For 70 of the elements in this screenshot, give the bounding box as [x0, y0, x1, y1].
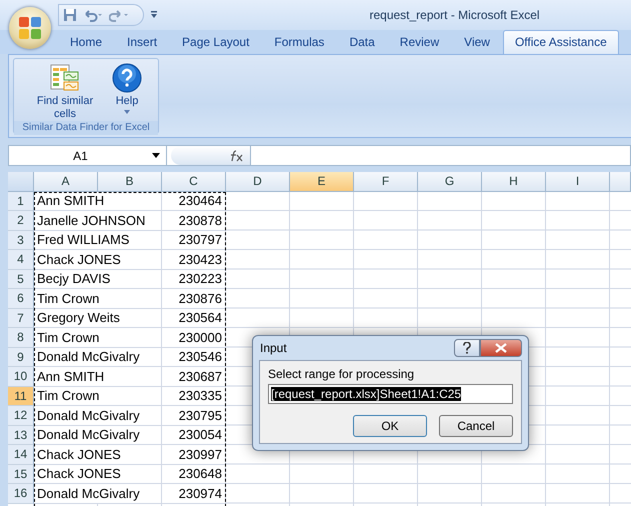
table-cell: Donald McGivalry: [34, 348, 162, 367]
column-header[interactable]: F: [354, 172, 418, 192]
column-header[interactable]: E: [290, 172, 354, 192]
row-header[interactable]: 13: [8, 426, 34, 445]
row-header[interactable]: 5: [8, 270, 34, 289]
row-header[interactable]: 4: [8, 250, 34, 270]
row-header[interactable]: 3: [8, 230, 34, 250]
help-button[interactable]: [454, 339, 480, 357]
column-header[interactable]: A: [34, 172, 98, 192]
column-header[interactable]: D: [226, 172, 290, 192]
table-cell: Tim Crown: [34, 328, 162, 348]
row-header[interactable]: 12: [8, 406, 34, 426]
group-label: Similar Data Finder for Excel: [14, 121, 158, 135]
cancel-button[interactable]: Cancel: [439, 415, 513, 437]
save-icon[interactable]: [63, 8, 77, 22]
row-header[interactable]: 14: [8, 445, 34, 464]
dialog-title: Input: [260, 341, 288, 355]
row-header[interactable]: 15: [8, 464, 34, 484]
spreadsheet-icon: [50, 63, 80, 93]
table-cell: Gregory Weits: [34, 308, 162, 328]
table-cell: Fred WILLIAMS: [34, 230, 162, 250]
table-cell: Tim Crown: [34, 289, 162, 308]
row-header[interactable]: 9: [8, 348, 34, 367]
table-cell: Chack JONES: [34, 250, 162, 270]
column-header[interactable]: I: [546, 172, 610, 192]
table-cell: Tim Crown: [34, 386, 162, 406]
ribbon-tab[interactable]: View: [452, 30, 502, 54]
ribbon-tab[interactable]: Office Assistance: [502, 30, 619, 54]
ribbon-tab[interactable]: Page Layout: [170, 30, 262, 54]
table-cell: Becjy DAVIS: [34, 270, 162, 289]
column-header[interactable]: C: [162, 172, 226, 192]
table-cell: Donald McGivalry: [34, 484, 162, 504]
table-cell: Janelle JOHNSON: [34, 211, 162, 230]
range-input[interactable]: [request_report.xlsx]Sheet1!A1:C25: [268, 384, 513, 404]
table-cell: Donald McGivalry: [34, 406, 162, 426]
row-header[interactable]: 10: [8, 367, 34, 386]
ok-button[interactable]: OK: [353, 415, 427, 437]
table-cell: Donald McGivalry: [34, 426, 162, 445]
ribbon-tab[interactable]: Formulas: [262, 30, 336, 54]
row-header[interactable]: 16: [8, 484, 34, 504]
ribbon-tab[interactable]: Review: [388, 30, 452, 54]
column-header[interactable]: H: [482, 172, 546, 192]
undo-icon[interactable]: [83, 8, 103, 22]
column-header[interactable]: [610, 172, 631, 192]
table-cell: Ann SMITH: [34, 367, 162, 386]
window-title: request_report - Microsoft Excel: [368, 8, 541, 22]
close-button[interactable]: [480, 339, 522, 357]
ribbon-tab[interactable]: Home: [58, 30, 114, 54]
question-mark-icon: [463, 342, 471, 354]
table-cell: Ann SMITH: [34, 192, 162, 211]
row-header[interactable]: 8: [8, 328, 34, 348]
find-button[interactable]: Find similar cells: [28, 63, 102, 121]
row-header[interactable]: 2: [8, 211, 34, 230]
row-header[interactable]: 6: [8, 289, 34, 308]
column-header[interactable]: G: [418, 172, 482, 192]
help-button[interactable]: Help: [110, 63, 144, 121]
office-logo-icon: [18, 16, 42, 40]
ribbon-tab[interactable]: Insert: [115, 30, 170, 54]
row-header[interactable]: 7: [8, 308, 34, 328]
close-icon: [495, 343, 507, 353]
help-icon: [112, 63, 142, 93]
column-header[interactable]: B: [98, 172, 162, 192]
table-cell: Chack JONES: [34, 445, 162, 464]
table-cell: Chack JONES: [34, 464, 162, 484]
redo-icon[interactable]: [109, 8, 129, 22]
row-header[interactable]: 11: [8, 386, 34, 406]
ribbon-tab[interactable]: Data: [337, 30, 387, 54]
customize-caret-icon[interactable]: [150, 11, 158, 19]
prompt-label: Select range for processing: [268, 367, 416, 381]
row-header[interactable]: 1: [8, 192, 34, 211]
